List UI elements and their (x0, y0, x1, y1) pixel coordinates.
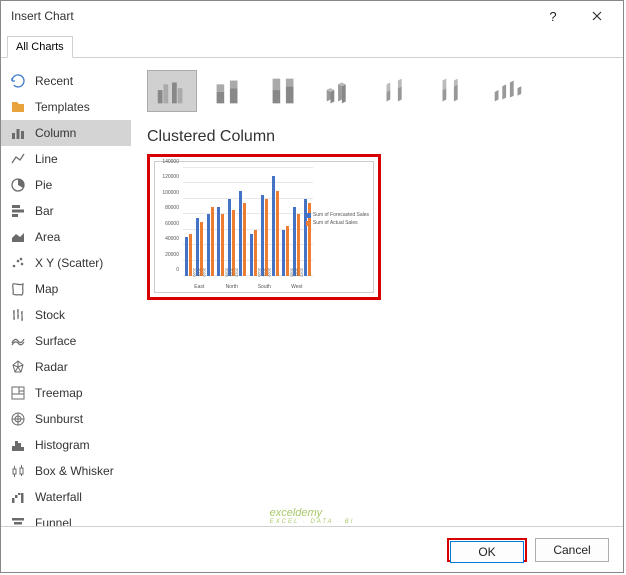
dialog-body: Recent Templates Column Line Pie Bar Area X Y (… (1, 58, 623, 526)
subtype-3d-stacked-column[interactable] (371, 70, 421, 112)
tab-strip: All Charts (1, 31, 623, 58)
sidebar-item-line[interactable]: Line (1, 146, 131, 172)
sidebar-item-recent[interactable]: Recent (1, 68, 131, 94)
bar-group (270, 168, 281, 276)
sidebar-item-label: Treemap (35, 386, 83, 400)
ok-button-highlight: OK (447, 538, 527, 562)
close-button[interactable] (575, 1, 619, 31)
sidebar-item-pie[interactable]: Pie (1, 172, 131, 198)
chart-category-sidebar: Recent Templates Column Line Pie Bar Area X Y (… (1, 58, 131, 526)
insert-chart-dialog: Insert Chart ? All Charts Recent Template… (0, 0, 624, 573)
sidebar-item-label: Bar (35, 204, 54, 218)
bar-group (280, 168, 291, 276)
subtype-clustered-column[interactable] (147, 70, 197, 112)
bar-group (291, 168, 302, 276)
main-panel: Clustered Column 02000040000600008000010… (131, 58, 623, 526)
waterfall-icon (9, 488, 27, 506)
sidebar-item-sunburst[interactable]: Sunburst (1, 406, 131, 432)
sidebar-item-treemap[interactable]: Treemap (1, 380, 131, 406)
chart-legend: Sum of Forecasted SalesSum of Actual Sal… (306, 212, 369, 228)
sidebar-item-histogram[interactable]: Histogram (1, 432, 131, 458)
chart-preview-highlight: 020000400006000080000100000120000140000 … (147, 154, 381, 300)
sidebar-item-label: Area (35, 230, 60, 244)
subtype-3d-100-stacked-column[interactable] (427, 70, 477, 112)
radar-icon (9, 358, 27, 376)
bar-group (205, 168, 216, 276)
sidebar-item-funnel[interactable]: Funnel (1, 510, 131, 526)
sidebar-item-label: Sunburst (35, 412, 83, 426)
sidebar-item-map[interactable]: Map (1, 276, 131, 302)
titlebar: Insert Chart ? (1, 1, 623, 31)
bar (261, 195, 264, 276)
sidebar-item-box[interactable]: Box & Whisker (1, 458, 131, 484)
sidebar-item-templates[interactable]: Templates (1, 94, 131, 120)
sidebar-item-column[interactable]: Column (1, 120, 131, 146)
bar (272, 176, 275, 276)
bar-group (259, 168, 270, 276)
bar-group (248, 168, 259, 276)
sidebar-item-stock[interactable]: Stock (1, 302, 131, 328)
sunburst-icon (9, 410, 27, 428)
stock-icon (9, 306, 27, 324)
tab-all-charts[interactable]: All Charts (7, 36, 73, 58)
sidebar-item-scatter[interactable]: X Y (Scatter) (1, 250, 131, 276)
sidebar-item-label: Radar (35, 360, 68, 374)
funnel-icon (9, 514, 27, 526)
sidebar-item-label: Column (35, 126, 76, 140)
close-icon (592, 11, 602, 21)
sidebar-item-label: Stock (35, 308, 65, 322)
histogram-icon (9, 436, 27, 454)
recent-icon (9, 72, 27, 90)
y-axis: 020000400006000080000100000120000140000 (155, 168, 181, 276)
sidebar-item-area[interactable]: Area (1, 224, 131, 250)
sidebar-item-label: X Y (Scatter) (35, 256, 103, 270)
bar (239, 191, 242, 276)
sidebar-item-label: Map (35, 282, 58, 296)
sidebar-item-waterfall[interactable]: Waterfall (1, 484, 131, 510)
sidebar-item-surface[interactable]: Surface (1, 328, 131, 354)
sidebar-item-label: Histogram (35, 438, 90, 452)
bar-group (226, 168, 237, 276)
line-icon (9, 150, 27, 168)
chart-preview[interactable]: 020000400006000080000100000120000140000 … (154, 161, 374, 293)
dialog-title: Insert Chart (11, 9, 531, 23)
dialog-footer: exceldemy EXCEL · DATA · BI OK Cancel (1, 526, 623, 572)
sidebar-item-label: Templates (35, 100, 90, 114)
subtype-stacked-column[interactable] (203, 70, 253, 112)
column-icon (9, 124, 27, 142)
ok-button[interactable]: OK (450, 541, 524, 563)
chart-plot-area (183, 168, 313, 276)
subtype-3d-clustered-column[interactable] (315, 70, 365, 112)
bar-group (237, 168, 248, 276)
subtype-row (147, 70, 607, 112)
sidebar-item-bar[interactable]: Bar (1, 198, 131, 224)
subtype-title: Clustered Column (147, 128, 607, 146)
templates-icon (9, 98, 27, 116)
bar-icon (9, 202, 27, 220)
box-icon (9, 462, 27, 480)
cancel-button[interactable]: Cancel (535, 538, 609, 562)
sidebar-item-label: Funnel (35, 516, 72, 526)
pie-icon (9, 176, 27, 194)
bar-group (183, 168, 194, 276)
sidebar-item-label: Line (35, 152, 58, 166)
sidebar-item-label: Pie (35, 178, 52, 192)
bar (276, 191, 279, 276)
sidebar-item-radar[interactable]: Radar (1, 354, 131, 380)
subtype-3d-column[interactable] (483, 70, 533, 112)
sidebar-item-label: Surface (35, 334, 76, 348)
sidebar-item-label: Box & Whisker (35, 464, 114, 478)
x-axis: 202020212022East202020212022North2020202… (183, 265, 313, 290)
sidebar-item-label: Recent (35, 74, 73, 88)
scatter-icon (9, 254, 27, 272)
subtype-100-stacked-column[interactable] (259, 70, 309, 112)
surface-icon (9, 332, 27, 350)
bar-group (215, 168, 226, 276)
bar-group (194, 168, 205, 276)
map-icon (9, 280, 27, 298)
help-button[interactable]: ? (531, 1, 575, 31)
sidebar-item-label: Waterfall (35, 490, 82, 504)
area-icon (9, 228, 27, 246)
treemap-icon (9, 384, 27, 402)
